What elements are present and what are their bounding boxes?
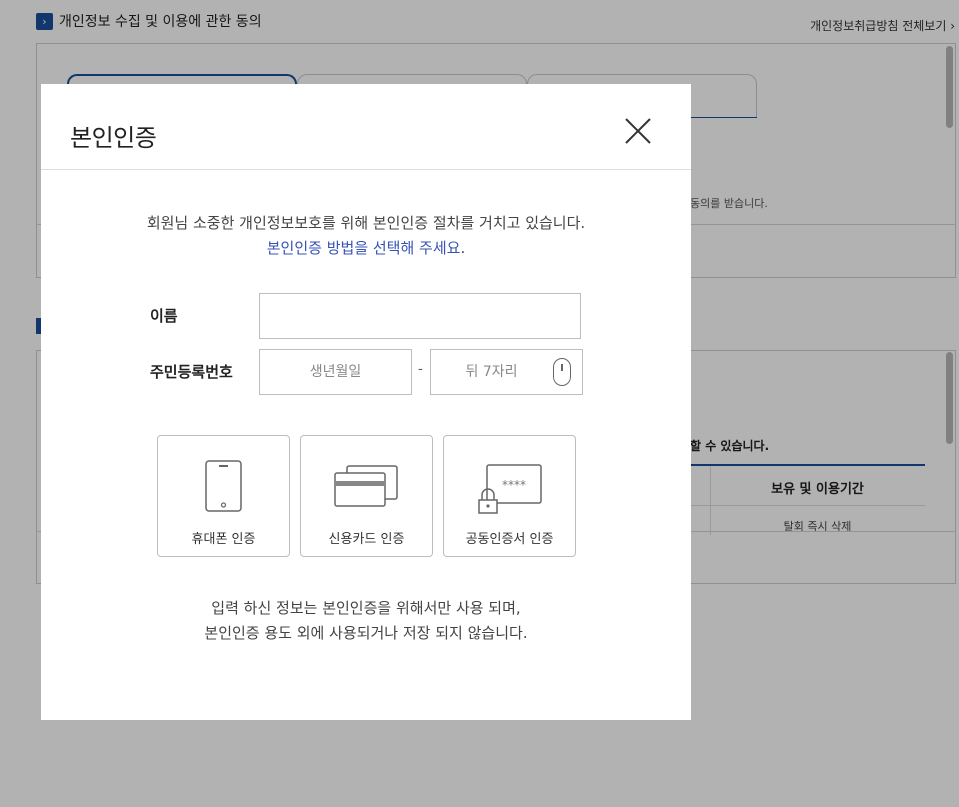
cert-mask-text: **** [502, 478, 526, 492]
birthdate-input[interactable] [259, 349, 412, 395]
secure-keypad-icon[interactable] [553, 358, 571, 386]
certificate-lock-icon: **** [478, 464, 542, 514]
intro-period: . [460, 239, 466, 257]
mobile-phone-icon [205, 460, 242, 512]
intro-text: 회원님 소중한 개인정보보호를 위해 본인인증 절차를 거치고 있습니다. 본인… [41, 211, 691, 261]
name-input[interactable] [259, 293, 581, 339]
intro-emphasis: 본인인증 방법을 선택해 주세요 [266, 239, 461, 257]
modal-header: 본인인증 [41, 84, 691, 170]
certificate-auth-label: 공동인증서 인증 [465, 532, 554, 547]
notice-line: 입력 하신 정보는 본인인증을 위해서만 사용 되며, [211, 599, 521, 617]
privacy-notice: 입력 하신 정보는 본인인증을 위해서만 사용 되며, 본인인증 용도 외에 사… [41, 596, 691, 646]
modal-title: 본인인증 [70, 124, 157, 152]
intro-line: 회원님 소중한 개인정보보호를 위해 본인인증 절차를 거치고 있습니다. [146, 214, 586, 232]
phone-auth-button[interactable]: 휴대폰 인증 [157, 435, 290, 557]
card-auth-button[interactable]: 신용카드 인증 [300, 435, 433, 557]
credit-card-icon [334, 465, 398, 507]
certificate-auth-button[interactable]: **** 공동인증서 인증 [443, 435, 576, 557]
phone-auth-label: 휴대폰 인증 [191, 532, 256, 547]
name-label: 이름 [150, 307, 178, 325]
close-button[interactable] [621, 114, 655, 148]
notice-line: 본인인증 용도 외에 사용되거나 저장 되지 않습니다. [204, 624, 528, 642]
rrn-label: 주민등록번호 [150, 363, 233, 381]
identity-verification-modal: 본인인증 회원님 소중한 개인정보보호를 위해 본인인증 절차를 거치고 있습니… [41, 84, 691, 720]
card-auth-label: 신용카드 인증 [328, 532, 405, 547]
rrn-dash: - [418, 362, 423, 377]
close-icon [625, 118, 651, 144]
